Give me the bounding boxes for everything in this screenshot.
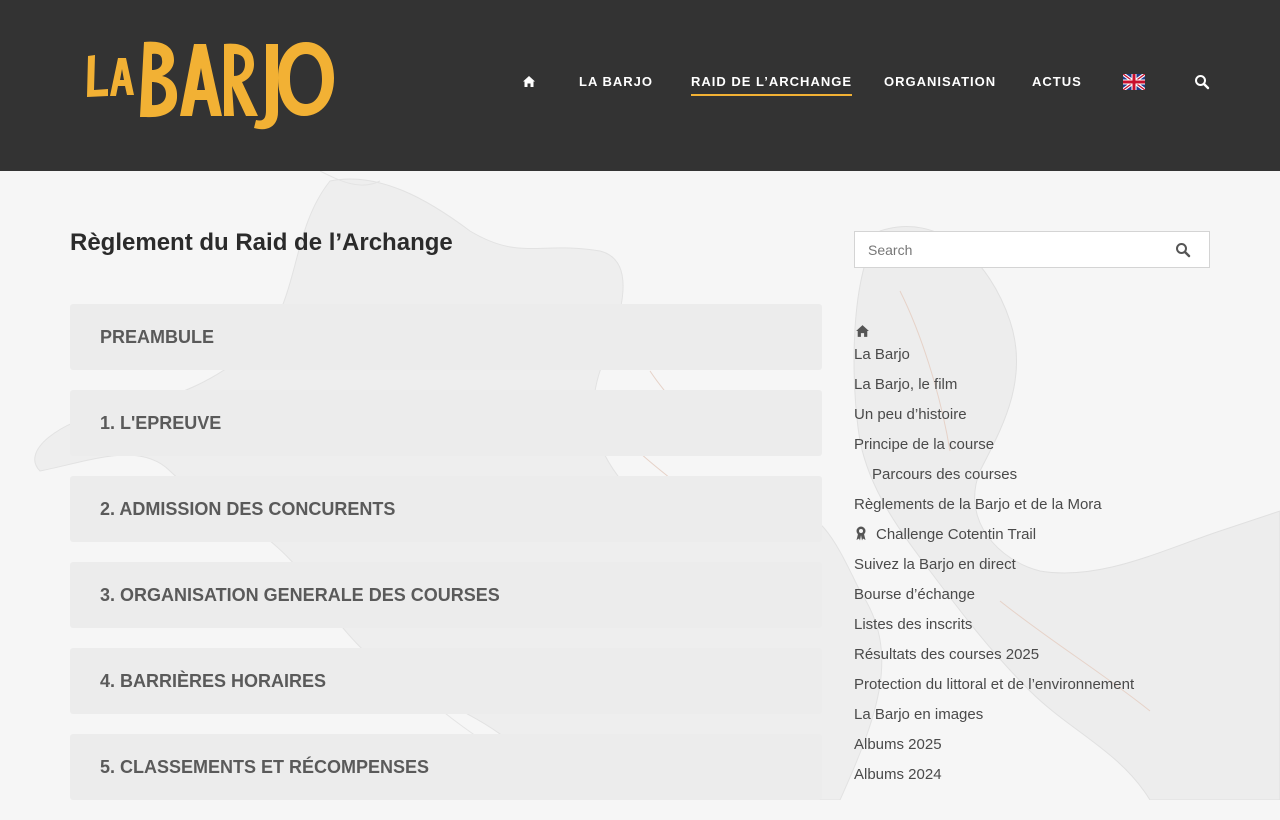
award-ribbon-icon bbox=[854, 525, 868, 541]
sidebar-item-parcours[interactable]: Parcours des courses bbox=[872, 465, 1017, 485]
nav-item-actus[interactable]: ACTUS bbox=[1032, 74, 1082, 90]
sidebar-item-protection[interactable]: Protection du littoral et de l’environne… bbox=[854, 675, 1134, 695]
accordion-section-organisation[interactable]: 3. ORGANISATION GENERALE DES COURSES bbox=[70, 562, 822, 628]
page-title: Règlement du Raid de l’Archange bbox=[70, 229, 453, 256]
sidebar: La Barjo La Barjo, le film Un peu d’hist… bbox=[854, 231, 1210, 783]
sidebar-item-histoire[interactable]: Un peu d’histoire bbox=[854, 405, 967, 425]
uk-flag-icon[interactable] bbox=[1121, 72, 1147, 92]
accordion-section-barrieres[interactable]: 4. BARRIÈRES HORAIRES bbox=[70, 648, 822, 714]
nav-item-raid-de-larchange[interactable]: RAID DE L’ARCHANGE bbox=[691, 74, 853, 96]
accordion-section-preambule[interactable]: PREAMBULE bbox=[70, 304, 822, 370]
accordion-section-title: 4. BARRIÈRES HORAIRES bbox=[100, 671, 327, 691]
sidebar-item-bourse[interactable]: Bourse d’échange bbox=[854, 585, 975, 605]
accordion-section-admission[interactable]: 2. ADMISSION DES CONCURENTS bbox=[70, 476, 822, 542]
sidebar-item-principe[interactable]: Principe de la course bbox=[854, 435, 994, 455]
main-content: Règlement du Raid de l’Archange PREAMBUL… bbox=[0, 171, 1280, 800]
accordion-section-epreuve[interactable]: 1. L'EPREUVE bbox=[70, 390, 822, 456]
sidebar-item-albums-2024[interactable]: Albums 2024 bbox=[854, 765, 942, 785]
accordion-section-title: 5. CLASSEMENTS ET RÉCOMPENSES bbox=[100, 757, 430, 777]
accordion-section-title: 1. L'EPREUVE bbox=[100, 413, 222, 433]
nav-item-la-barjo[interactable]: LA BARJO bbox=[579, 74, 653, 90]
accordion-section-title: 2. ADMISSION DES CONCURENTS bbox=[100, 499, 396, 519]
sidebar-search bbox=[854, 231, 1210, 268]
sidebar-item-inscrits[interactable]: Listes des inscrits bbox=[854, 615, 972, 635]
rules-accordion: PREAMBULE 1. L'EPREUVE 2. ADMISSION DES … bbox=[70, 304, 822, 820]
main-navigation: LA BARJO RAID DE L’ARCHANGE ORGANISATION… bbox=[0, 0, 1280, 171]
nav-search-icon[interactable] bbox=[1194, 74, 1210, 90]
sidebar-item-resultats[interactable]: Résultats des courses 2025 bbox=[854, 645, 1039, 665]
sidebar-item-albums-2025[interactable]: Albums 2025 bbox=[854, 735, 942, 755]
search-icon[interactable] bbox=[1175, 242, 1191, 258]
sidebar-search-input[interactable] bbox=[855, 232, 1155, 267]
nav-home-icon[interactable] bbox=[521, 74, 537, 90]
sidebar-item-le-film[interactable]: La Barjo, le film bbox=[854, 375, 957, 395]
sidebar-item-reglements[interactable]: Règlements de la Barjo et de la Mora bbox=[854, 495, 1102, 515]
accordion-section-classements[interactable]: 5. CLASSEMENTS ET RÉCOMPENSES bbox=[70, 734, 822, 800]
nav-item-organisation[interactable]: ORGANISATION bbox=[884, 74, 996, 90]
accordion-section-title: 3. ORGANISATION GENERALE DES COURSES bbox=[100, 585, 500, 605]
sidebar-home-icon[interactable] bbox=[854, 323, 871, 340]
sidebar-item-la-barjo[interactable]: La Barjo bbox=[854, 345, 910, 365]
sidebar-item-label: Challenge Cotentin Trail bbox=[876, 526, 1037, 543]
sidebar-item-images[interactable]: La Barjo en images bbox=[854, 705, 983, 725]
accordion-section-title: PREAMBULE bbox=[100, 327, 215, 347]
site-header: LA BARJO LA BARJO RAID DE L’ARCHANGE ORG… bbox=[0, 0, 1280, 171]
sidebar-item-challenge[interactable]: Challenge Cotentin Trail bbox=[854, 525, 1036, 545]
sidebar-item-direct[interactable]: Suivez la Barjo en direct bbox=[854, 555, 1016, 575]
